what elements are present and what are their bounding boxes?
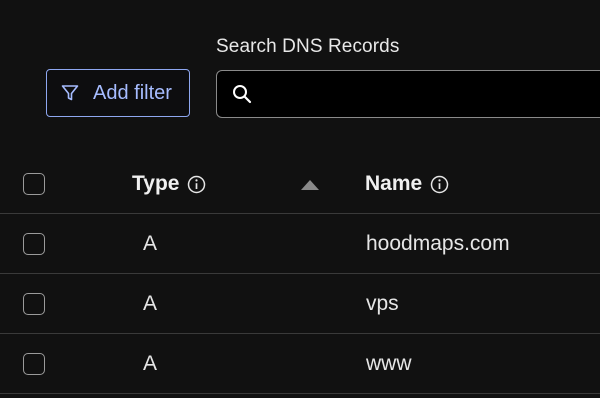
search-icon xyxy=(231,83,253,105)
row-checkbox[interactable] xyxy=(23,232,45,255)
search-label: Search DNS Records xyxy=(216,36,400,57)
column-header-type[interactable]: Type xyxy=(132,172,206,196)
record-name-cell: www xyxy=(366,351,412,375)
table-row[interactable]: A hoodmaps.com xyxy=(0,214,600,274)
row-checkbox[interactable] xyxy=(23,352,45,375)
dns-records-page: Search DNS Records Add filter Type Name … xyxy=(0,0,600,398)
search-input[interactable] xyxy=(261,82,600,106)
add-filter-label: Add filter xyxy=(93,81,172,104)
record-type-cell: A xyxy=(143,351,158,375)
table-header-row: Type Name xyxy=(0,155,600,214)
sort-ascending-icon[interactable] xyxy=(300,178,320,190)
add-filter-button[interactable]: Add filter xyxy=(46,69,190,117)
column-header-label: Name xyxy=(365,172,423,195)
column-header-name[interactable]: Name xyxy=(365,172,449,196)
record-name-cell: vps xyxy=(366,291,399,315)
record-name-cell: hoodmaps.com xyxy=(366,231,510,255)
record-type-cell: A xyxy=(143,291,158,315)
record-type-cell: A xyxy=(143,231,158,255)
info-icon[interactable] xyxy=(430,175,449,194)
column-header-label: Type xyxy=(132,172,180,195)
table-row[interactable]: A www xyxy=(0,334,600,394)
filter-icon xyxy=(60,83,80,103)
dns-records-table: Type Name A hoodmaps.com A vps A www xyxy=(0,155,600,394)
table-row[interactable]: A vps xyxy=(0,274,600,334)
info-icon[interactable] xyxy=(187,175,206,194)
select-all-checkbox[interactable] xyxy=(23,173,45,195)
search-field[interactable] xyxy=(216,70,600,118)
row-checkbox[interactable] xyxy=(23,292,45,315)
